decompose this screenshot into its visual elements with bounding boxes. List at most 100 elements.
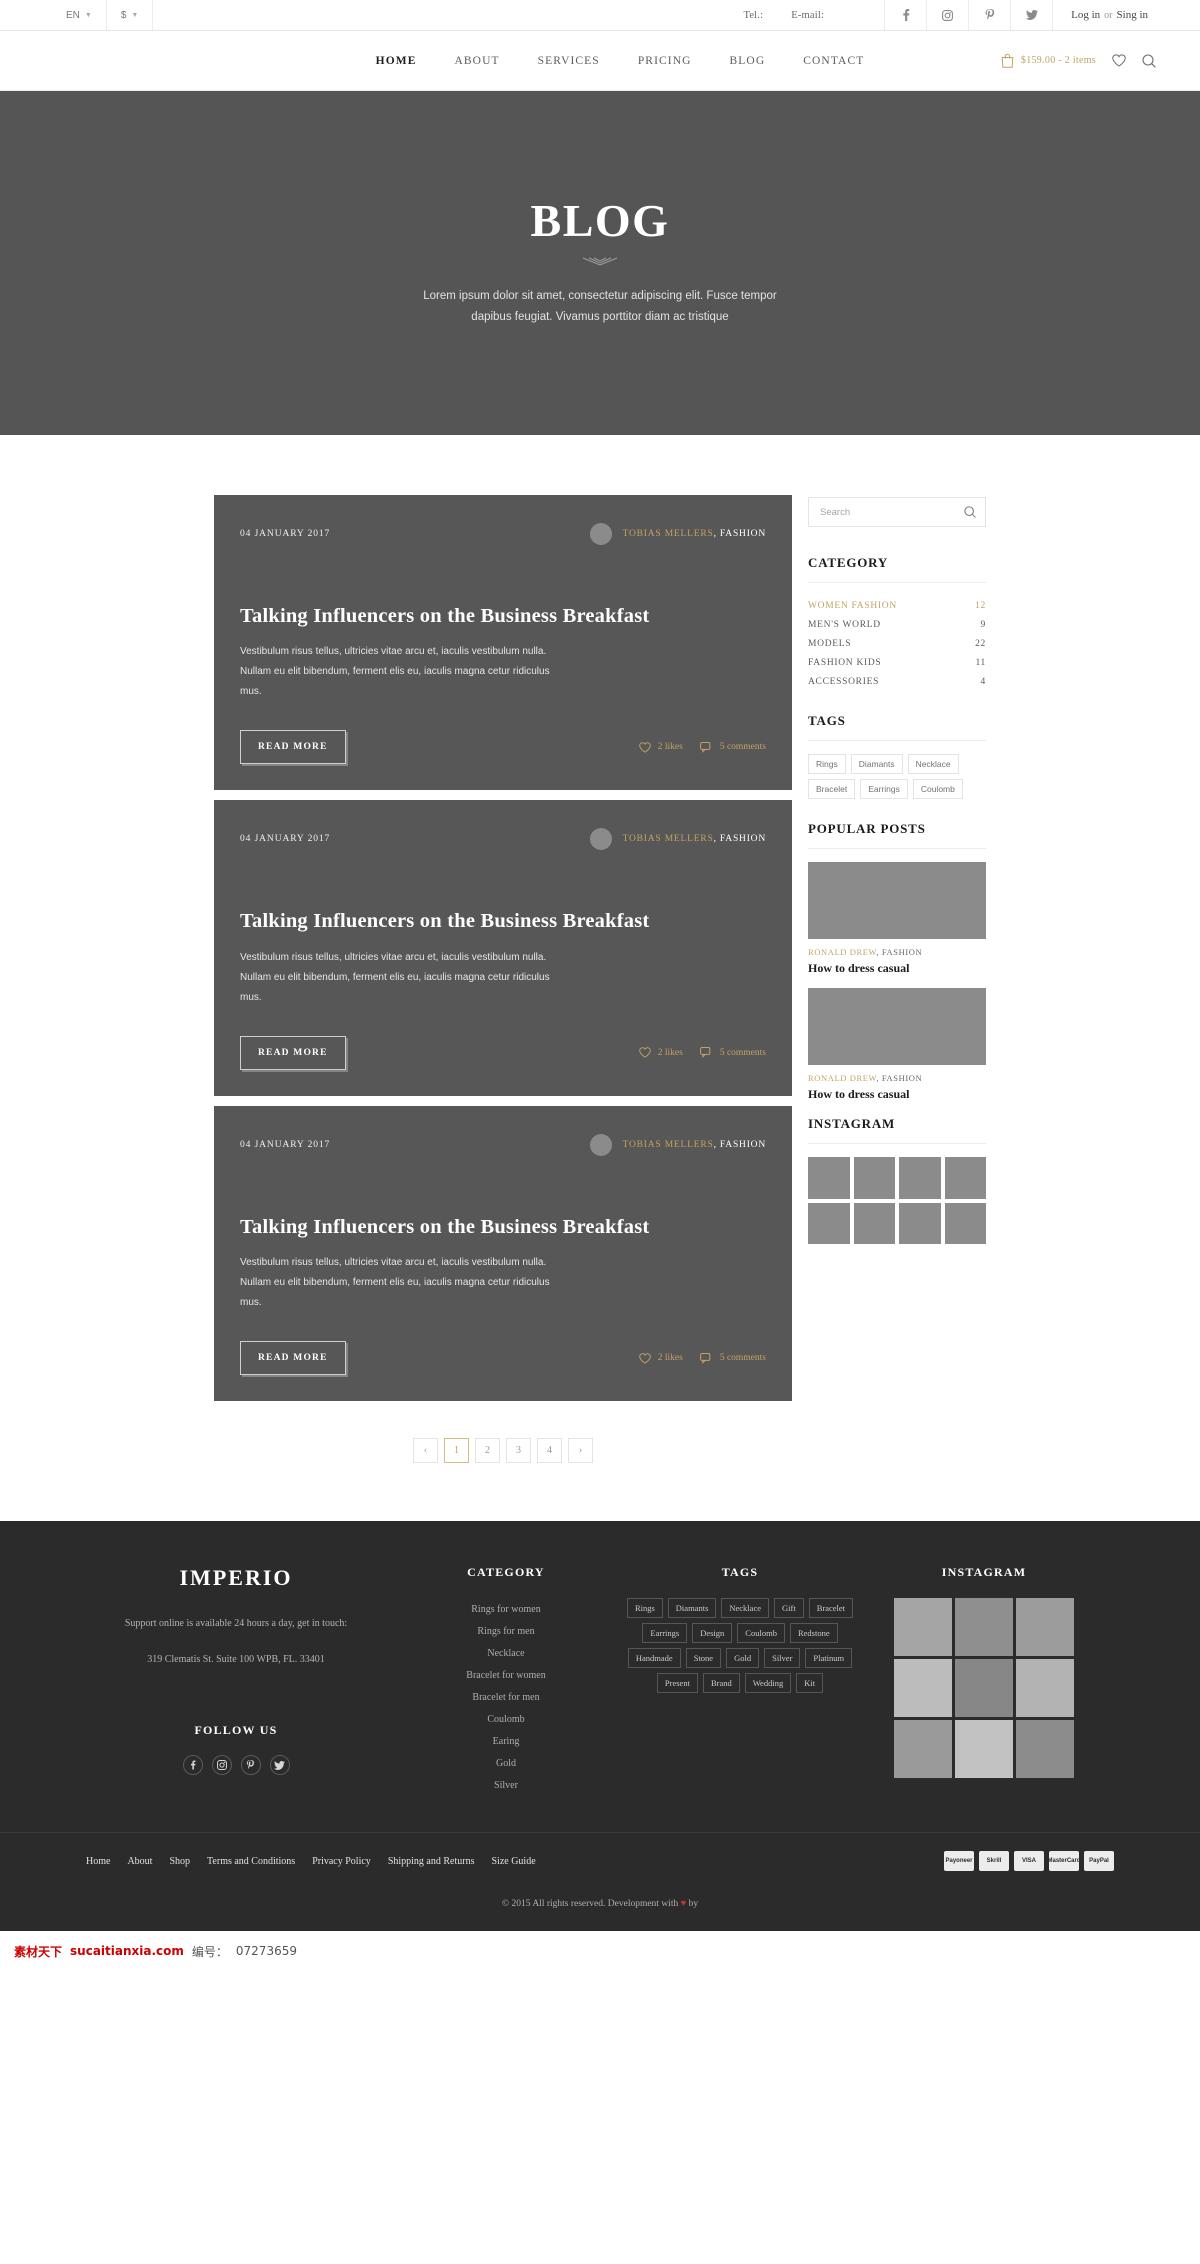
footer-link-about[interactable]: About <box>127 1856 152 1867</box>
tag-item[interactable]: Rings <box>808 754 846 774</box>
popular-post-item[interactable]: RONALD DREW, FASHION How to dress casual <box>808 988 986 1102</box>
instagram-thumbnail[interactable] <box>1016 1659 1074 1718</box>
twitter-icon[interactable] <box>269 1755 290 1776</box>
post-author-name[interactable]: TOBIAS MELLERS <box>623 529 714 539</box>
footer-tag-item[interactable]: Coulomb <box>737 1623 785 1644</box>
footer-category-link[interactable]: Rings for men <box>386 1620 626 1642</box>
instagram-thumbnail[interactable] <box>808 1157 850 1199</box>
footer-category-link[interactable]: Earing <box>386 1730 626 1752</box>
footer-tag-item[interactable]: Wedding <box>744 1673 792 1694</box>
footer-tag-item[interactable]: Silver <box>764 1648 801 1669</box>
footer-category-link[interactable]: Gold <box>386 1752 626 1774</box>
search-icon[interactable] <box>1142 53 1156 68</box>
post-category[interactable]: , FASHION <box>714 1140 766 1150</box>
instagram-thumbnail[interactable] <box>894 1659 952 1718</box>
pinterest-icon[interactable] <box>240 1755 261 1776</box>
footer-tag-item[interactable]: Stone <box>685 1648 722 1669</box>
footer-tag-item[interactable]: Platinum <box>805 1648 853 1669</box>
facebook-icon[interactable] <box>884 0 926 30</box>
popular-post-title[interactable]: How to dress casual <box>808 1087 986 1102</box>
search-icon[interactable] <box>964 506 976 518</box>
footer-tag-item[interactable]: Brand <box>702 1673 740 1694</box>
instagram-thumbnail[interactable] <box>955 1598 1013 1657</box>
pagination-page-1[interactable]: 1 <box>444 1438 469 1464</box>
instagram-thumbnail[interactable] <box>1016 1598 1074 1657</box>
nav-item-pricing[interactable]: PRICING <box>638 55 692 67</box>
login-link[interactable]: Log in <box>1071 9 1100 21</box>
footer-tag-item[interactable]: Diamants <box>667 1598 717 1619</box>
post-author-name[interactable]: TOBIAS MELLERS <box>623 834 714 844</box>
footer-tag-item[interactable]: Kit <box>796 1673 824 1694</box>
footer-tag-item[interactable]: Necklace <box>721 1598 769 1619</box>
instagram-thumbnail[interactable] <box>899 1202 941 1244</box>
search-box[interactable] <box>808 497 986 527</box>
footer-tag-item[interactable]: Gold <box>726 1648 760 1669</box>
post-author-name[interactable]: TOBIAS MELLERS <box>623 1140 714 1150</box>
footer-category-link[interactable]: Silver <box>386 1774 626 1796</box>
instagram-thumbnail[interactable] <box>1016 1720 1074 1779</box>
nav-item-services[interactable]: SERVICES <box>538 55 600 67</box>
signin-link[interactable]: Sing in <box>1117 9 1148 21</box>
footer-link-shipping[interactable]: Shipping and Returns <box>388 1856 475 1867</box>
comments-stat[interactable]: 5 comments <box>699 1047 766 1059</box>
twitter-icon[interactable] <box>1010 0 1052 30</box>
heart-icon[interactable] <box>1112 54 1126 67</box>
auth-links[interactable]: Log in or Sing in <box>1052 0 1164 30</box>
category-item-women-fashion[interactable]: WOMEN FASHION 12 <box>808 596 986 615</box>
tag-item[interactable]: Coulomb <box>912 779 963 799</box>
nav-item-contact[interactable]: CONTACT <box>803 55 864 67</box>
category-item-accessories[interactable]: ACCESSORIES 4 <box>808 672 986 691</box>
instagram-thumbnail[interactable] <box>894 1598 952 1657</box>
tag-item[interactable]: Earrings <box>860 779 908 799</box>
footer-link-privacy[interactable]: Privacy Policy <box>312 1856 371 1867</box>
brand-logo[interactable]: IMPERIO <box>86 1565 386 1591</box>
footer-tag-item[interactable]: Gift <box>774 1598 804 1619</box>
footer-tag-item[interactable]: Design <box>692 1623 733 1644</box>
pagination-prev[interactable]: ‹ <box>413 1438 438 1464</box>
post-title[interactable]: Talking Influencers on the Business Brea… <box>240 908 766 935</box>
currency-selector[interactable]: $ ▼ <box>107 0 154 30</box>
pagination-page-4[interactable]: 4 <box>537 1438 562 1464</box>
footer-link-size-guide[interactable]: Size Guide <box>491 1856 535 1867</box>
footer-tag-item[interactable]: Handmade <box>627 1648 681 1669</box>
nav-item-about[interactable]: ABOUT <box>454 55 499 67</box>
post-category[interactable]: , FASHION <box>714 834 766 844</box>
read-more-button[interactable]: READ MORE <box>240 730 346 765</box>
pagination-next[interactable]: › <box>568 1438 593 1464</box>
read-more-button[interactable]: READ MORE <box>240 1035 346 1070</box>
popular-post-title[interactable]: How to dress casual <box>808 961 986 976</box>
popular-post-item[interactable]: RONALD DREW, FASHION How to dress casual <box>808 862 986 976</box>
language-selector[interactable]: EN ▼ <box>52 0 107 30</box>
instagram-thumbnail[interactable] <box>944 1157 986 1199</box>
nav-item-home[interactable]: HOME <box>376 55 417 67</box>
post-category[interactable]: , FASHION <box>714 529 766 539</box>
category-item-models[interactable]: MODELS 22 <box>808 634 986 653</box>
post-title[interactable]: Talking Influencers on the Business Brea… <box>240 603 766 630</box>
tag-item[interactable]: Bracelet <box>808 779 856 799</box>
instagram-thumbnail[interactable] <box>899 1157 941 1199</box>
instagram-thumbnail[interactable] <box>808 1202 850 1244</box>
instagram-thumbnail[interactable] <box>955 1659 1013 1718</box>
search-input[interactable] <box>820 506 964 518</box>
footer-tag-item[interactable]: Bracelet <box>808 1598 854 1619</box>
blog-post-card[interactable]: 04 JANUARY 2017 TOBIAS MELLERS, FASHION … <box>214 800 792 1096</box>
footer-link-terms[interactable]: Terms and Conditions <box>207 1856 295 1867</box>
footer-category-link[interactable]: Rings for women <box>386 1598 626 1620</box>
footer-tag-item[interactable]: Rings <box>626 1598 663 1619</box>
footer-link-home[interactable]: Home <box>86 1856 110 1867</box>
facebook-icon[interactable] <box>182 1755 203 1776</box>
pagination-page-2[interactable]: 2 <box>475 1438 500 1464</box>
instagram-thumbnail[interactable] <box>944 1202 986 1244</box>
tag-item[interactable]: Diamants <box>850 754 903 774</box>
read-more-button[interactable]: READ MORE <box>240 1341 346 1376</box>
instagram-thumbnail[interactable] <box>894 1720 952 1779</box>
pinterest-icon[interactable] <box>968 0 1010 30</box>
instagram-icon[interactable] <box>211 1755 232 1776</box>
blog-post-card[interactable]: 04 JANUARY 2017 TOBIAS MELLERS, FASHION … <box>214 1105 792 1402</box>
pagination-page-3[interactable]: 3 <box>506 1438 531 1464</box>
footer-tag-item[interactable]: Present <box>656 1673 698 1694</box>
comments-stat[interactable]: 5 comments <box>699 742 766 753</box>
post-title[interactable]: Talking Influencers on the Business Brea… <box>240 1214 766 1241</box>
comments-stat[interactable]: 5 comments <box>699 1352 766 1364</box>
blog-post-card[interactable]: 04 JANUARY 2017 TOBIAS MELLERS, FASHION … <box>214 495 792 791</box>
